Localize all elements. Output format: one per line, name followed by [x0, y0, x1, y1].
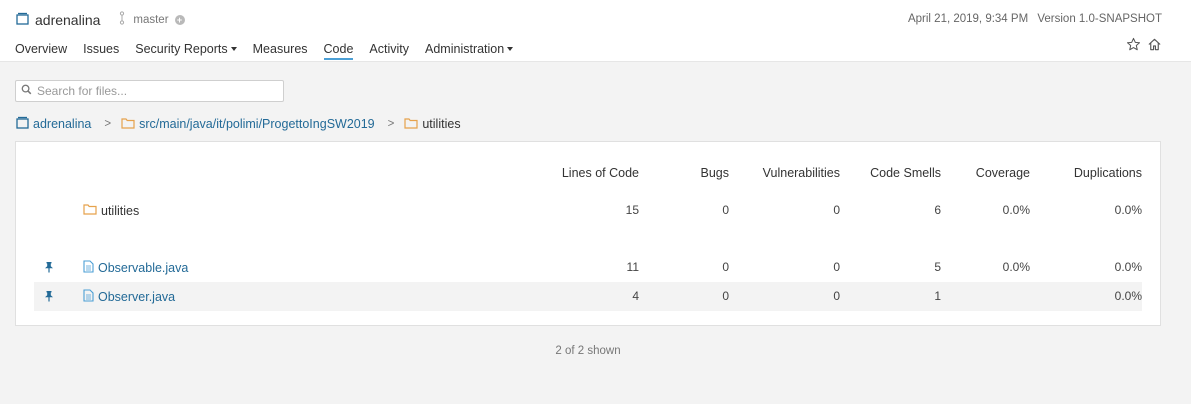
table-row: utilities 15 0 0 6 0.0% 0.0% — [34, 196, 1142, 225]
cell-vulnerabilities[interactable]: 0 — [833, 260, 840, 274]
tab-issues[interactable]: Issues — [83, 42, 119, 60]
branch-selector[interactable]: master + — [118, 11, 185, 28]
col-header-code-smells[interactable]: Code Smells — [870, 166, 941, 180]
tab-overview[interactable]: Overview — [15, 42, 67, 60]
tab-administration[interactable]: Administration — [425, 42, 514, 60]
col-header-lines-of-code[interactable]: Lines of Code — [562, 166, 639, 180]
col-header-bugs[interactable]: Bugs — [701, 166, 730, 180]
cell-bugs[interactable]: 0 — [722, 289, 729, 303]
tab-code[interactable]: Code — [323, 42, 353, 60]
cell-duplications[interactable]: 0.0% — [1115, 260, 1142, 274]
cell-coverage[interactable]: 0.0% — [1003, 260, 1030, 274]
file-link-observable[interactable]: Observable.java — [83, 260, 188, 276]
cell-code-smells[interactable]: 6 — [934, 203, 941, 217]
cell-duplications[interactable]: 0.0% — [1115, 203, 1142, 217]
breadcrumb-separator: > — [104, 118, 112, 130]
col-header-coverage[interactable]: Coverage — [976, 166, 1030, 180]
search-input[interactable] — [37, 84, 272, 98]
breadcrumb-item-current: utilities — [404, 117, 461, 132]
file-link-observer[interactable]: Observer.java — [83, 289, 175, 305]
project-icon — [16, 12, 29, 28]
project-name[interactable]: adrenalina — [35, 12, 100, 28]
cell-bugs[interactable]: 0 — [722, 203, 729, 217]
branch-add-icon[interactable]: + — [174, 14, 185, 25]
table-row: Observable.java 11 0 0 5 0.0% 0.0% — [34, 253, 1142, 282]
caret-down-icon — [507, 47, 514, 51]
cell-bugs[interactable]: 0 — [722, 260, 729, 274]
folder-icon — [121, 117, 139, 132]
tab-security-reports-label: Security Reports — [135, 42, 228, 56]
breadcrumb-label: utilities — [422, 117, 461, 131]
file-icon — [83, 289, 94, 305]
cell-duplications[interactable]: 0.0% — [1115, 289, 1142, 303]
breadcrumb-label: src/main/java/it/polimi/ProgettoIngSW201… — [139, 117, 375, 131]
project-header: adrenalina master + — [16, 11, 185, 28]
header-tools — [1126, 37, 1162, 55]
home-icon[interactable] — [1147, 37, 1162, 55]
top-bar: adrenalina master + April 21, 2019, 9:34… — [0, 0, 1191, 62]
pin-icon[interactable] — [44, 290, 54, 305]
branch-name: master — [133, 13, 169, 26]
col-header-vulnerabilities[interactable]: Vulnerabilities — [763, 166, 840, 180]
shown-count: 2 of 2 shown — [555, 345, 621, 357]
cell-lines-of-code[interactable]: 4 — [632, 289, 639, 303]
caret-down-icon — [230, 47, 237, 51]
tab-activity[interactable]: Activity — [369, 42, 409, 60]
breadcrumb-item-project[interactable]: adrenalina — [16, 116, 91, 132]
tab-administration-label: Administration — [425, 42, 505, 56]
file-icon — [83, 260, 94, 276]
search-icon — [21, 84, 32, 98]
file-search-box — [15, 80, 284, 102]
col-header-duplications[interactable]: Duplications — [1074, 166, 1142, 180]
breadcrumb-separator: > — [387, 118, 395, 130]
file-name: Observable.java — [98, 261, 189, 275]
cell-code-smells[interactable]: 5 — [934, 260, 941, 274]
pin-icon[interactable] — [44, 261, 54, 276]
folder-icon — [83, 203, 97, 218]
file-name: Observer.java — [98, 290, 176, 304]
breadcrumb-item-path[interactable]: src/main/java/it/polimi/ProgettoIngSW201… — [121, 117, 375, 132]
dir-link-utilities[interactable]: utilities — [83, 203, 139, 218]
project-version: Version 1.0-SNAPSHOT — [1037, 13, 1162, 25]
breadcrumb-label: adrenalina — [33, 117, 92, 131]
cell-vulnerabilities[interactable]: 0 — [833, 203, 840, 217]
cell-code-smells[interactable]: 1 — [934, 289, 941, 303]
folder-icon — [404, 117, 422, 132]
branch-icon — [118, 11, 126, 28]
tab-measures[interactable]: Measures — [253, 42, 308, 60]
table-row: Observer.java 4 0 0 1 0.0% — [34, 282, 1142, 311]
cell-lines-of-code[interactable]: 15 — [626, 203, 639, 217]
cell-coverage[interactable]: 0.0% — [1003, 203, 1030, 217]
breadcrumb: adrenalina > src/main/java/it/polimi/Pro… — [16, 116, 461, 132]
project-icon — [16, 116, 33, 132]
project-nav: Overview Issues Security Reports Measure… — [15, 42, 529, 60]
analysis-date: April 21, 2019, 9:34 PM — [907, 13, 1029, 25]
analysis-meta: April 21, 2019, 9:34 PM Version 1.0-SNAP… — [908, 13, 1162, 25]
code-table: Lines of Code Bugs Vulnerabilities Code … — [15, 141, 1161, 326]
tab-security-reports[interactable]: Security Reports — [135, 42, 237, 60]
cell-vulnerabilities[interactable]: 0 — [833, 289, 840, 303]
cell-lines-of-code[interactable]: 11 — [627, 260, 639, 274]
dir-name: utilities — [101, 203, 140, 218]
star-icon[interactable] — [1126, 37, 1141, 55]
